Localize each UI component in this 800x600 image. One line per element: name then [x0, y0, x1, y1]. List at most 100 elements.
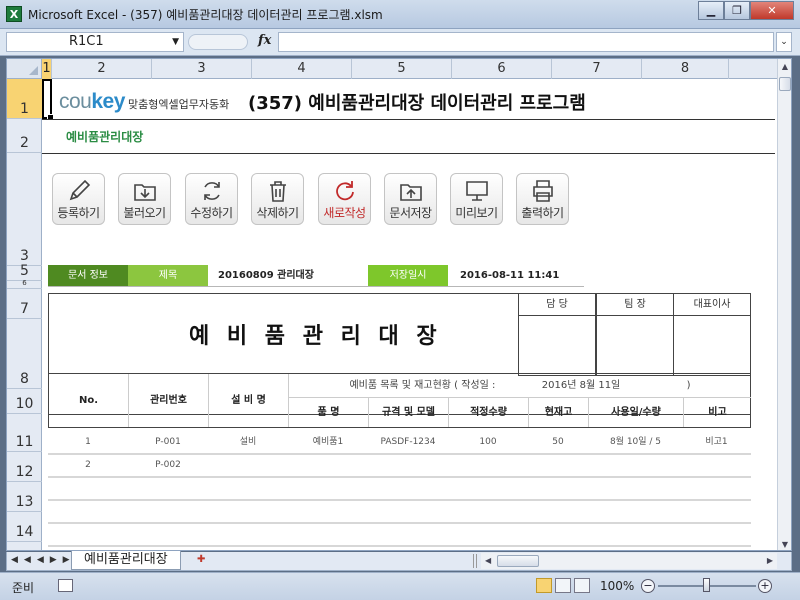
row-header[interactable]: 12 [7, 452, 42, 482]
folder-upload-icon [400, 184, 422, 201]
close-button[interactable]: ✕ [750, 1, 794, 20]
sheet-tabs-bar: ◀◀◀▶▶ 예비품관리대장 ✚ ◀ ▶ [6, 551, 792, 571]
subtitle-divider [42, 153, 775, 154]
title-bar: X Microsoft Excel - (357) 예비품관리대장 데이터관리 … [0, 0, 800, 29]
print-button[interactable]: 출력하기 [516, 173, 569, 225]
row-header[interactable]: 2 [7, 119, 42, 153]
table-row[interactable] [48, 524, 751, 547]
active-cell-r1c1[interactable] [42, 79, 54, 121]
brand-tagline: 맞춤형엑셀업무자동화 [128, 98, 230, 111]
column-header[interactable]: 2 [52, 59, 152, 79]
status-ready: 준비 [12, 581, 35, 595]
normal-view-button[interactable] [536, 578, 552, 593]
folder-download-icon [134, 184, 156, 201]
row-header[interactable]: 13 [7, 482, 42, 512]
column-header[interactable]: 3 [152, 59, 252, 79]
select-all-corner[interactable] [7, 59, 42, 79]
column-headers: 1 2 3 4 5 6 7 8 [42, 59, 777, 79]
new-document-button[interactable]: 새로작성 [318, 173, 371, 225]
column-header[interactable]: 1 [42, 59, 52, 79]
scroll-right-icon[interactable]: ▶ [767, 553, 773, 569]
chevron-down-icon[interactable]: ▼ [172, 33, 179, 51]
document-info-row: 문서 정보 제목 20160809 관리대장 저장일시 2016-08-11 1… [48, 265, 584, 286]
table-row[interactable]: 1 P-001 설비 예비품1 PASDF-1234 100 50 8월 10일… [48, 432, 751, 455]
page-break-view-button[interactable] [574, 578, 590, 593]
maximize-button[interactable]: ❐ [724, 1, 750, 20]
load-button[interactable]: 불러오기 [118, 173, 171, 225]
row-header[interactable]: 6 [7, 279, 42, 289]
column-header[interactable]: 7 [552, 59, 642, 79]
table-row[interactable]: 2 P-002 [48, 455, 751, 478]
page-layout-view-button[interactable] [555, 578, 571, 593]
col-mgmt-no: 관리번호 [129, 374, 209, 427]
macro-record-icon[interactable] [58, 579, 73, 592]
monitor-icon [466, 181, 488, 201]
vertical-scroll-thumb[interactable] [779, 77, 791, 91]
col-no: No. [49, 374, 129, 427]
row-header[interactable]: 8 [7, 319, 42, 389]
zoom-level[interactable]: 100% [600, 579, 634, 593]
name-box[interactable]: R1C1 ▼ [6, 32, 184, 52]
formula-bar: R1C1 ▼ fx ⌄ [0, 29, 800, 56]
printer-icon [533, 180, 553, 202]
reload-icon [336, 181, 354, 201]
column-header[interactable]: 5 [352, 59, 452, 79]
zoom-in-button[interactable]: + [758, 579, 772, 593]
register-button[interactable]: 등록하기 [52, 173, 105, 225]
preview-button[interactable]: 미리보기 [450, 173, 503, 225]
table-header: No. 관리번호 설 비 명 예비품 목록 및 재고현황 ( 작성일 : 201… [48, 373, 751, 428]
expand-formula-bar-button[interactable]: ⌄ [776, 32, 792, 52]
minimize-button[interactable]: ▁ [698, 1, 724, 20]
col-usage: 사용일/수량 [589, 398, 684, 427]
sheet-nav-arrows[interactable]: ◀◀◀▶▶ [11, 555, 76, 565]
zoom-slider-thumb[interactable] [703, 578, 710, 592]
formula-cancel-enter-area [188, 34, 248, 50]
approval-box-ceo: 대표이사 [673, 293, 751, 376]
scroll-down-icon[interactable]: ▼ [778, 537, 791, 550]
zoom-out-button[interactable]: − [641, 579, 655, 593]
group-header: 예비품 목록 및 재고현황 ( 작성일 : 2016년 8월 11일 ) [289, 374, 751, 398]
row-headers: 1 2 3 5 6 7 8 10 11 12 13 14 [7, 79, 42, 550]
scroll-left-icon[interactable]: ◀ [485, 553, 491, 569]
status-bar: 준비 100% − + [0, 572, 800, 600]
excel-app-icon[interactable]: X [6, 6, 22, 22]
column-header[interactable]: 8 [642, 59, 729, 79]
sheet-subtitle: 예비품관리대장 [66, 130, 144, 144]
row-header[interactable]: 14 [7, 512, 42, 542]
formula-input[interactable] [278, 32, 774, 52]
edit-button[interactable]: 수정하기 [185, 173, 238, 225]
tab-split-handle[interactable] [473, 554, 477, 568]
save-document-button[interactable]: 문서저장 [384, 173, 437, 225]
name-box-value: R1C1 [69, 34, 104, 49]
horizontal-scrollbar[interactable]: ◀ ▶ [481, 553, 777, 569]
row-header[interactable]: 11 [7, 414, 42, 452]
sheet-tab-active[interactable]: 예비품관리대장 [71, 551, 181, 570]
column-header[interactable]: 6 [452, 59, 552, 79]
horizontal-scroll-thumb[interactable] [497, 555, 539, 567]
trash-icon [270, 181, 286, 202]
worksheet-grid: 1 2 3 4 5 6 7 8 1 2 3 5 6 7 8 10 11 12 1… [6, 58, 792, 551]
table-row[interactable] [48, 501, 751, 524]
insert-function-button[interactable]: fx [258, 33, 271, 48]
col-spec-model: 규격 및 모델 [369, 398, 449, 427]
saved-value[interactable]: 2016-08-11 11:41 [448, 265, 584, 286]
delete-button[interactable]: 삭제하기 [251, 173, 304, 225]
document-title: 예 비 품 관 리 대 장 [189, 324, 442, 349]
row-header[interactable]: 3 [7, 153, 42, 266]
vertical-scrollbar[interactable]: ▲ ▼ [777, 59, 791, 550]
row-header[interactable]: 7 [7, 289, 42, 319]
row-header[interactable]: 10 [7, 389, 42, 414]
approval-box-staff: 담 당 [518, 293, 596, 376]
scroll-up-icon[interactable]: ▲ [778, 59, 791, 74]
title-divider [42, 119, 775, 120]
col-item-name: 품 명 [289, 398, 369, 427]
row-header[interactable]: 1 [7, 79, 42, 119]
table-row[interactable] [48, 478, 751, 501]
insert-sheet-icon[interactable]: ✚ [197, 554, 213, 567]
column-header[interactable]: 4 [252, 59, 352, 79]
subject-label: 제목 [128, 265, 208, 286]
doc-info-label: 문서 정보 [48, 265, 128, 286]
pencil-icon [69, 179, 91, 201]
approval-box-team-lead: 팀 장 [596, 293, 674, 376]
subject-value[interactable]: 20160809 관리대장 [208, 265, 368, 286]
